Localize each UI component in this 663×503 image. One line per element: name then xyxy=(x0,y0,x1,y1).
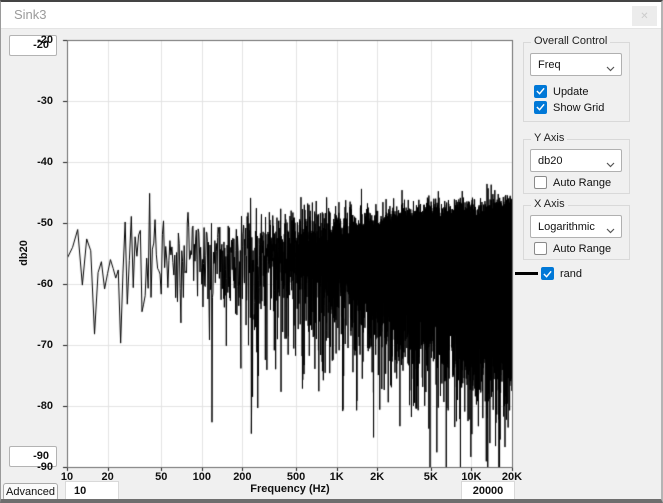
x-axis-dropdown-value: Logarithmic xyxy=(538,221,595,233)
x-max-field[interactable]: 20000 xyxy=(461,481,515,500)
x-tick-label: 200 xyxy=(227,471,257,483)
y-auto-range-row[interactable]: Auto Range xyxy=(534,176,611,189)
y-tick-label: -60 xyxy=(23,278,53,290)
x-axis-group: X Axis Logarithmic Auto Range xyxy=(523,205,630,260)
overall-control-title: Overall Control xyxy=(531,35,610,47)
x-auto-range-row[interactable]: Auto Range xyxy=(534,242,611,255)
window-content: -20 -90 db20 -20-30-40-50-60-70-80-90102… xyxy=(1,30,661,499)
title-bar[interactable]: Sink3 ✕ xyxy=(1,2,661,29)
freq-dropdown[interactable]: Freq xyxy=(530,53,622,76)
show-grid-checkbox-label: Show Grid xyxy=(553,102,604,114)
y-tick-label: -90 xyxy=(23,461,53,473)
y-axis-group: Y Axis db20 Auto Range xyxy=(523,139,630,194)
y-axis-title: db20 xyxy=(17,233,31,273)
y-tick-label: -50 xyxy=(23,217,53,229)
check-icon xyxy=(536,102,545,114)
y-tick-label: -70 xyxy=(23,339,53,351)
update-checkbox-row[interactable]: Update xyxy=(534,85,588,98)
chevron-down-icon xyxy=(606,225,615,237)
advanced-button[interactable]: Advanced xyxy=(3,483,58,501)
legend-series-label: rand xyxy=(560,268,582,280)
x-axis-dropdown[interactable]: Logarithmic xyxy=(530,215,622,238)
y-auto-range-label: Auto Range xyxy=(553,177,611,189)
x-tick-label: 500 xyxy=(281,471,311,483)
check-icon xyxy=(536,86,545,98)
x-tick-label: 5K xyxy=(416,471,446,483)
y-tick-label: -80 xyxy=(23,400,53,412)
y-tick-label: -40 xyxy=(23,156,53,168)
x-tick-label: 50 xyxy=(146,471,176,483)
x-tick-label: 100 xyxy=(187,471,217,483)
y-auto-range-checkbox[interactable] xyxy=(534,176,547,189)
rand-visibility-checkbox[interactable] xyxy=(541,267,554,280)
sink3-window: Sink3 ✕ -20 -90 db20 -20-30-40-50-60-70-… xyxy=(0,0,663,503)
close-button[interactable]: ✕ xyxy=(632,6,657,26)
x-axis-group-title: X Axis xyxy=(531,198,568,210)
y-tick-label: -30 xyxy=(23,95,53,107)
legend-line-sample xyxy=(515,272,538,275)
update-checkbox[interactable] xyxy=(534,85,547,98)
y-axis-dropdown[interactable]: db20 xyxy=(530,149,622,172)
window-title: Sink3 xyxy=(14,7,47,22)
y-axis-group-title: Y Axis xyxy=(531,132,567,144)
y-axis-dropdown-value: db20 xyxy=(538,155,562,167)
x-tick-label: 2K xyxy=(362,471,392,483)
legend-rand: rand xyxy=(515,266,582,281)
show-grid-checkbox[interactable] xyxy=(534,101,547,114)
chevron-down-icon xyxy=(606,159,615,171)
chevron-down-icon xyxy=(606,63,615,75)
x-min-field[interactable]: 10 xyxy=(65,481,119,500)
update-checkbox-label: Update xyxy=(553,86,588,98)
freq-dropdown-value: Freq xyxy=(538,59,561,71)
overall-control-group: Overall Control Freq Update xyxy=(523,42,630,122)
x-auto-range-checkbox[interactable] xyxy=(534,242,547,255)
spectrum-plot-canvas[interactable] xyxy=(59,38,519,474)
x-auto-range-label: Auto Range xyxy=(553,243,611,255)
show-grid-checkbox-row[interactable]: Show Grid xyxy=(534,101,604,114)
close-icon: ✕ xyxy=(640,11,648,22)
y-tick-label: -20 xyxy=(23,34,53,46)
x-axis-title: Frequency (Hz) xyxy=(230,483,350,495)
x-tick-label: 1K xyxy=(322,471,352,483)
check-icon xyxy=(543,265,552,283)
